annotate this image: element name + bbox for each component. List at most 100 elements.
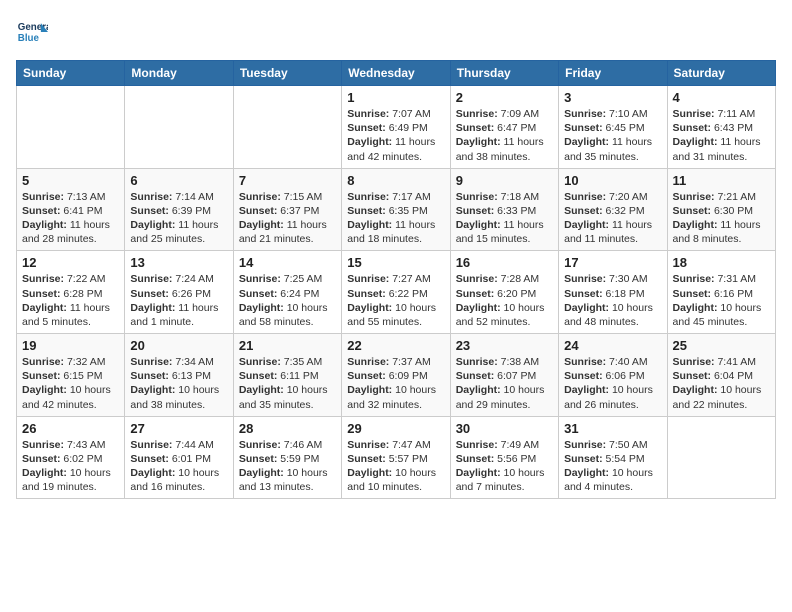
day-info: Daylight: 10 hours and 16 minutes. (130, 466, 227, 494)
day-info: Sunrise: 7:15 AM (239, 190, 336, 204)
day-number: 21 (239, 338, 336, 353)
day-info: Sunset: 6:41 PM (22, 204, 119, 218)
day-info: Daylight: 10 hours and 55 minutes. (347, 301, 444, 329)
day-info: Sunset: 5:56 PM (456, 452, 553, 466)
week-row-0: 1Sunrise: 7:07 AMSunset: 6:49 PMDaylight… (17, 86, 776, 169)
day-info: Sunset: 6:22 PM (347, 287, 444, 301)
day-info: Sunrise: 7:38 AM (456, 355, 553, 369)
day-info: Daylight: 11 hours and 25 minutes. (130, 218, 227, 246)
day-info: Sunrise: 7:46 AM (239, 438, 336, 452)
day-number: 28 (239, 421, 336, 436)
day-cell: 19Sunrise: 7:32 AMSunset: 6:15 PMDayligh… (17, 334, 125, 417)
day-cell: 13Sunrise: 7:24 AMSunset: 6:26 PMDayligh… (125, 251, 233, 334)
day-number: 29 (347, 421, 444, 436)
day-number: 2 (456, 90, 553, 105)
day-info: Daylight: 11 hours and 38 minutes. (456, 135, 553, 163)
day-info: Sunrise: 7:24 AM (130, 272, 227, 286)
day-info: Sunrise: 7:44 AM (130, 438, 227, 452)
day-info: Sunset: 6:06 PM (564, 369, 661, 383)
day-info: Sunset: 6:35 PM (347, 204, 444, 218)
day-cell: 22Sunrise: 7:37 AMSunset: 6:09 PMDayligh… (342, 334, 450, 417)
day-number: 11 (673, 173, 770, 188)
day-info: Daylight: 10 hours and 26 minutes. (564, 383, 661, 411)
day-info: Daylight: 10 hours and 42 minutes. (22, 383, 119, 411)
day-cell: 27Sunrise: 7:44 AMSunset: 6:01 PMDayligh… (125, 416, 233, 499)
day-number: 30 (456, 421, 553, 436)
day-info: Sunset: 6:09 PM (347, 369, 444, 383)
day-cell: 24 Sunrise: 7:40 AMSunset: 6:06 PMDayligh… (559, 334, 667, 417)
day-info: Sunset: 6:11 PM (239, 369, 336, 383)
day-cell (233, 86, 341, 169)
day-info: Sunset: 6:33 PM (456, 204, 553, 218)
day-info: Sunrise: 7:43 AM (22, 438, 119, 452)
day-info: Daylight: 10 hours and 29 minutes. (456, 383, 553, 411)
day-info: Sunrise: 7:17 AM (347, 190, 444, 204)
day-info: Sunset: 6:20 PM (456, 287, 553, 301)
day-number: 9 (456, 173, 553, 188)
day-info: Sunset: 5:57 PM (347, 452, 444, 466)
day-number: 16 (456, 255, 553, 270)
day-info: Sunrise: 7:14 AM (130, 190, 227, 204)
day-info: Sunset: 6:24 PM (239, 287, 336, 301)
day-cell (125, 86, 233, 169)
day-info: Sunset: 6:15 PM (22, 369, 119, 383)
day-info: Sunset: 6:45 PM (564, 121, 661, 135)
day-cell: 5Sunrise: 7:13 AMSunset: 6:41 PMDaylight… (17, 168, 125, 251)
day-number: 31 (564, 421, 661, 436)
day-number: 23 (456, 338, 553, 353)
calendar-table: SundayMondayTuesdayWednesdayThursdayFrid… (16, 60, 776, 499)
day-number: 14 (239, 255, 336, 270)
day-info: Sunrise: 7:32 AM (22, 355, 119, 369)
day-number: 18 (673, 255, 770, 270)
day-info: Daylight: 10 hours and 19 minutes. (22, 466, 119, 494)
day-info: Sunset: 6:30 PM (673, 204, 770, 218)
day-number: 1 (347, 90, 444, 105)
day-info: Sunrise: 7:07 AM (347, 107, 444, 121)
day-info: Sunrise: 7:22 AM (22, 272, 119, 286)
weekday-saturday: Saturday (667, 61, 775, 86)
day-number: 22 (347, 338, 444, 353)
day-info: Sunset: 6:26 PM (130, 287, 227, 301)
day-info: Daylight: 11 hours and 1 minute. (130, 301, 227, 329)
day-info: Daylight: 10 hours and 35 minutes. (239, 383, 336, 411)
day-cell: 18Sunrise: 7:31 AMSunset: 6:16 PMDayligh… (667, 251, 775, 334)
day-cell: 21Sunrise: 7:35 AMSunset: 6:11 PMDayligh… (233, 334, 341, 417)
day-info: Sunset: 6:07 PM (456, 369, 553, 383)
day-info: Daylight: 11 hours and 15 minutes. (456, 218, 553, 246)
day-info: Sunset: 6:13 PM (130, 369, 227, 383)
day-info: Sunrise: 7:50 AM (564, 438, 661, 452)
day-number: 24 (564, 338, 661, 353)
day-info: Sunset: 5:54 PM (564, 452, 661, 466)
day-cell: 7Sunrise: 7:15 AMSunset: 6:37 PMDaylight… (233, 168, 341, 251)
day-info: Sunrise: 7:49 AM (456, 438, 553, 452)
day-cell: 16Sunrise: 7:28 AMSunset: 6:20 PMDayligh… (450, 251, 558, 334)
day-info: Daylight: 10 hours and 4 minutes. (564, 466, 661, 494)
day-info: Sunrise: 7:27 AM (347, 272, 444, 286)
weekday-monday: Monday (125, 61, 233, 86)
day-info: Sunset: 6:43 PM (673, 121, 770, 135)
day-number: 5 (22, 173, 119, 188)
week-row-3: 19Sunrise: 7:32 AMSunset: 6:15 PMDayligh… (17, 334, 776, 417)
day-info: Sunset: 5:59 PM (239, 452, 336, 466)
weekday-thursday: Thursday (450, 61, 558, 86)
day-info: Sunset: 6:39 PM (130, 204, 227, 218)
day-cell: 3Sunrise: 7:10 AMSunset: 6:45 PMDaylight… (559, 86, 667, 169)
day-info: Sunrise: 7:40 AM (564, 355, 661, 369)
day-number: 26 (22, 421, 119, 436)
day-number: 20 (130, 338, 227, 353)
logo: General Blue (16, 16, 48, 48)
day-info: Sunset: 6:04 PM (673, 369, 770, 383)
day-info: Daylight: 11 hours and 8 minutes. (673, 218, 770, 246)
day-cell (667, 416, 775, 499)
day-number: 8 (347, 173, 444, 188)
day-info: Sunrise: 7:20 AM (564, 190, 661, 204)
day-info: Sunset: 6:16 PM (673, 287, 770, 301)
day-cell: 20Sunrise: 7:34 AMSunset: 6:13 PMDayligh… (125, 334, 233, 417)
day-info: Sunrise: 7:34 AM (130, 355, 227, 369)
weekday-header-row: SundayMondayTuesdayWednesdayThursdayFrid… (17, 61, 776, 86)
day-info: Sunrise: 7:47 AM (347, 438, 444, 452)
day-info: Daylight: 11 hours and 35 minutes. (564, 135, 661, 163)
day-info: Sunrise: 7:21 AM (673, 190, 770, 204)
day-info: Daylight: 10 hours and 32 minutes. (347, 383, 444, 411)
week-row-4: 26Sunrise: 7:43 AMSunset: 6:02 PMDayligh… (17, 416, 776, 499)
